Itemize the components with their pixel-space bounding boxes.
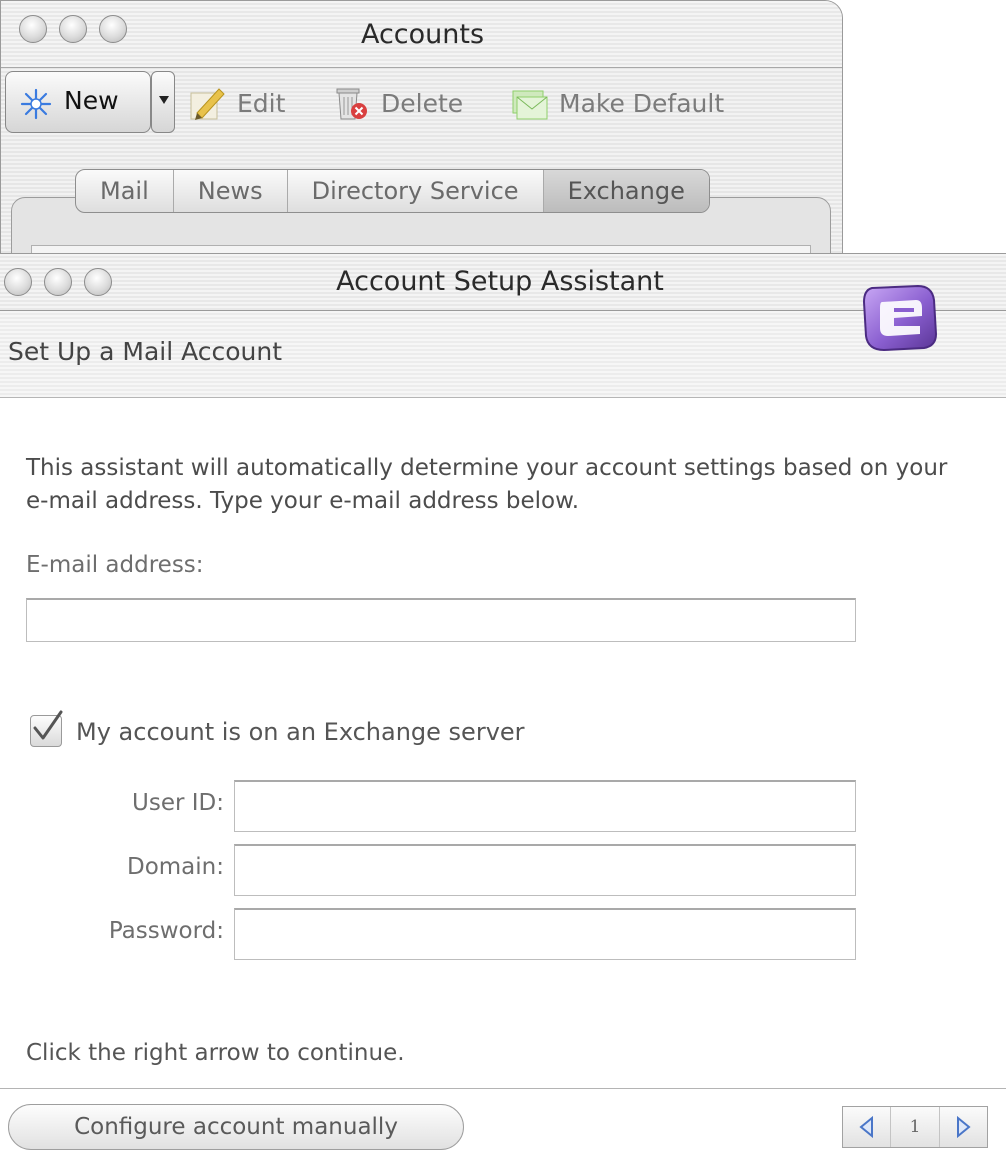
window-title: Account Setup Assistant bbox=[336, 266, 664, 297]
password-label: Password: bbox=[108, 918, 224, 944]
tab-news[interactable]: News bbox=[174, 170, 288, 212]
edit-button-label: Edit bbox=[237, 88, 286, 118]
pencil-paper-icon bbox=[190, 88, 225, 120]
checkmark-icon bbox=[33, 710, 63, 740]
password-field[interactable] bbox=[234, 908, 856, 960]
configure-manually-button[interactable]: Configure account manually bbox=[8, 1104, 464, 1150]
entourage-logo-icon bbox=[862, 284, 938, 352]
intro-text: This assistant will automatically determ… bbox=[26, 455, 948, 514]
exchange-server-checkbox[interactable] bbox=[30, 710, 63, 747]
new-button-label: New bbox=[64, 86, 119, 115]
tab-directory-service[interactable]: Directory Service bbox=[288, 170, 544, 212]
make-default-button-label: Make Default bbox=[559, 88, 725, 118]
user-id-field[interactable] bbox=[234, 780, 856, 832]
close-window-button[interactable] bbox=[4, 268, 32, 296]
delete-button[interactable]: Delete bbox=[331, 81, 463, 125]
trash-can-icon bbox=[336, 88, 367, 120]
page-number: 1 bbox=[891, 1107, 940, 1147]
tab-exchange[interactable]: Exchange bbox=[543, 170, 709, 212]
minimize-window-button[interactable] bbox=[44, 268, 72, 296]
account-type-tabs: Mail News Directory Service Exchange bbox=[75, 169, 710, 213]
previous-page-button[interactable] bbox=[843, 1107, 892, 1147]
edit-button[interactable]: Edit bbox=[187, 81, 285, 125]
left-arrow-icon bbox=[859, 1116, 873, 1138]
email-field[interactable] bbox=[26, 598, 856, 642]
window-title: Accounts bbox=[360, 19, 485, 50]
star-burst-icon bbox=[20, 88, 52, 120]
make-default-button[interactable]: Make Default bbox=[509, 81, 724, 125]
new-dropdown-arrow[interactable] bbox=[151, 71, 175, 133]
page-title: Set Up a Mail Account bbox=[8, 337, 283, 366]
zoom-window-button[interactable] bbox=[84, 268, 112, 296]
page-navigator: 1 bbox=[842, 1106, 988, 1148]
domain-label: Domain: bbox=[127, 854, 224, 880]
continue-instruction: Click the right arrow to continue. bbox=[26, 1040, 405, 1066]
right-arrow-icon bbox=[957, 1116, 971, 1138]
account-setup-assistant-window: Account Setup Assistant Set Up a Mail Ac… bbox=[0, 253, 1006, 1156]
accounts-toolbar: New Edit Delete Make Default bbox=[1, 71, 842, 137]
accounts-window: Accounts New Edit Delete Make Default Ma… bbox=[0, 0, 843, 260]
tab-mail[interactable]: Mail bbox=[76, 170, 174, 212]
accounts-titlebar[interactable]: Accounts bbox=[1, 1, 842, 68]
mail-stack-icon bbox=[512, 90, 548, 120]
new-button[interactable]: New bbox=[5, 71, 151, 133]
next-page-button[interactable] bbox=[940, 1107, 987, 1147]
bottom-divider bbox=[0, 1088, 1006, 1089]
window-controls bbox=[4, 268, 112, 296]
user-id-label: User ID: bbox=[132, 790, 224, 816]
delete-button-label: Delete bbox=[381, 88, 464, 118]
assistant-titlebar[interactable]: Account Setup Assistant bbox=[0, 254, 1006, 311]
email-field-label: E-mail address: bbox=[26, 552, 204, 578]
exchange-server-checkbox-label: My account is on an Exchange server bbox=[76, 718, 525, 746]
domain-field[interactable] bbox=[234, 844, 856, 896]
assistant-header: Set Up a Mail Account bbox=[0, 311, 1006, 398]
